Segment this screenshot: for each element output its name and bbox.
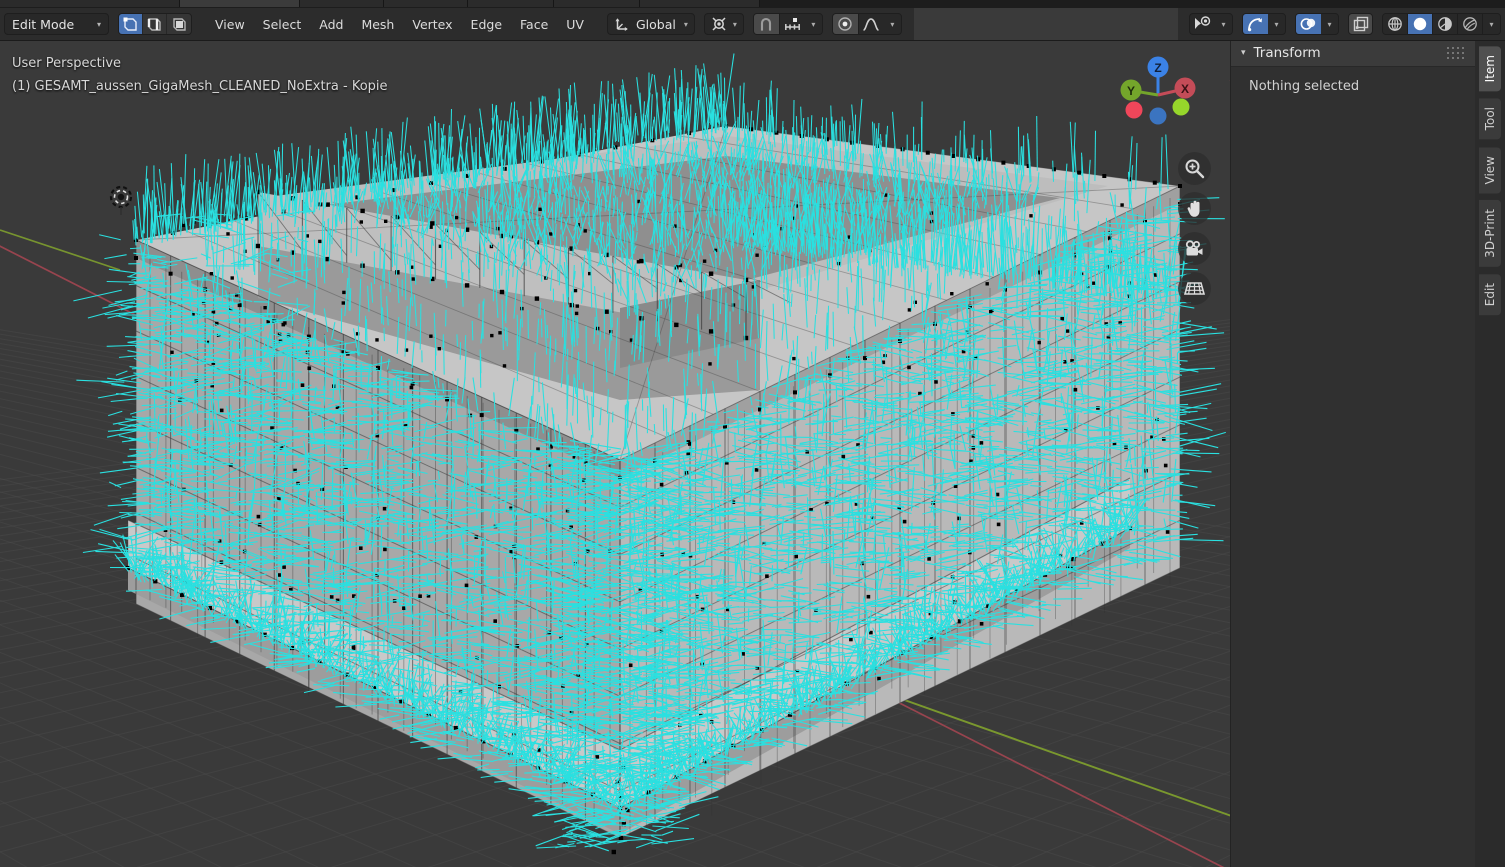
camera-view-button[interactable] bbox=[1178, 232, 1211, 265]
snap-increment-icon bbox=[784, 18, 800, 30]
header-menu-bar[interactable]: View Select Add Mesh Vertex Edge Face UV bbox=[206, 13, 593, 35]
proportional-edit-icon bbox=[838, 17, 853, 31]
transform-panel-header[interactable]: ▾ Transform bbox=[1231, 40, 1475, 67]
mode-selector[interactable]: Edit Mode ▾ bbox=[4, 13, 109, 35]
shading-material-preview-button[interactable] bbox=[1433, 14, 1458, 34]
workspace-tab[interactable] bbox=[384, 0, 468, 7]
zoom-view-button[interactable] bbox=[1178, 152, 1211, 185]
drag-grip-icon[interactable] bbox=[1447, 46, 1465, 60]
nothing-selected-text: Nothing selected bbox=[1249, 79, 1360, 94]
pivot-point-dropdown[interactable]: ▾ bbox=[703, 13, 744, 35]
proportional-editing-controls[interactable]: ▾ bbox=[831, 13, 902, 35]
workspace-tab-active[interactable] bbox=[180, 0, 300, 7]
object-visibility-controls[interactable]: ▾ bbox=[1189, 13, 1233, 35]
show-overlays-controls[interactable]: ▾ bbox=[1295, 13, 1339, 35]
workspace-tab-strip[interactable] bbox=[0, 0, 1505, 8]
gizmo-neg-y-ball bbox=[1172, 98, 1190, 116]
smooth-falloff-curve-icon bbox=[863, 18, 880, 31]
viewport-shading-group[interactable]: ▾ bbox=[1382, 13, 1501, 35]
transform-panel-body: Nothing selected bbox=[1231, 67, 1475, 94]
viewport-header: Edit Mode ▾ View Select Add Mesh Vertex … bbox=[0, 8, 1505, 41]
pivot-median-point-icon bbox=[712, 17, 726, 31]
menu-uv[interactable]: UV bbox=[557, 13, 593, 35]
snap-magnet-icon bbox=[761, 17, 772, 31]
wireframe-globe-icon bbox=[1388, 17, 1402, 31]
menu-mesh[interactable]: Mesh bbox=[352, 13, 403, 35]
chevron-down-icon: ▾ bbox=[683, 19, 688, 29]
material-preview-icon bbox=[1438, 17, 1452, 31]
chevron-down-icon[interactable]: ▾ bbox=[1321, 14, 1338, 34]
shading-rendered-button[interactable] bbox=[1458, 14, 1483, 34]
sidebar-tab-item[interactable]: Item bbox=[1479, 46, 1501, 92]
toggle-orthographic-button[interactable] bbox=[1178, 272, 1211, 305]
gizmo-neg-z-ball bbox=[1149, 107, 1167, 125]
menu-vertex[interactable]: Vertex bbox=[403, 13, 461, 35]
chevron-down-icon: ▾ bbox=[732, 19, 737, 29]
shading-solid-button[interactable] bbox=[1408, 14, 1433, 34]
orientation-axes-icon bbox=[615, 18, 628, 31]
show-gizmo-toggle[interactable] bbox=[1243, 14, 1268, 34]
3d-cursor-icon bbox=[109, 185, 133, 215]
workspace-tab[interactable] bbox=[0, 0, 180, 7]
toggle-xray-button[interactable] bbox=[1348, 13, 1373, 35]
chevron-down-icon[interactable]: ▾ bbox=[804, 14, 822, 34]
mode-label: Edit Mode bbox=[12, 16, 75, 32]
collapse-triangle-icon[interactable]: ▾ bbox=[1241, 48, 1246, 58]
sidebar-tab-view[interactable]: View bbox=[1479, 146, 1501, 194]
object-visibility-icon bbox=[1195, 16, 1211, 29]
menu-edge[interactable]: Edge bbox=[462, 13, 511, 35]
proportional-falloff-button[interactable] bbox=[859, 14, 884, 34]
snap-controls[interactable]: ▾ bbox=[752, 13, 823, 35]
object-visibility-button[interactable] bbox=[1190, 14, 1215, 34]
chevron-down-icon[interactable]: ▾ bbox=[1483, 14, 1500, 34]
sidebar-tab-edit[interactable]: Edit bbox=[1479, 273, 1501, 316]
sidebar-panel: ▾ Transform Nothing selected bbox=[1230, 40, 1475, 867]
show-overlays-toggle[interactable] bbox=[1296, 14, 1321, 34]
chevron-down-icon[interactable]: ▾ bbox=[883, 14, 901, 34]
show-overlays-icon bbox=[1300, 18, 1316, 30]
face-select-mode-button[interactable] bbox=[167, 14, 191, 34]
show-gizmo-controls[interactable]: ▾ bbox=[1242, 13, 1286, 35]
sidebar-tab-strip[interactable]: Item Tool View 3D-Print Edit bbox=[1475, 40, 1505, 867]
edge-select-mode-button[interactable] bbox=[143, 14, 167, 34]
sidebar-tab-tool[interactable]: Tool bbox=[1479, 98, 1501, 140]
toggle-xray-icon bbox=[1353, 16, 1368, 32]
menu-add[interactable]: Add bbox=[310, 13, 352, 35]
workspace-tab[interactable] bbox=[468, 0, 554, 7]
menu-view[interactable]: View bbox=[206, 13, 254, 35]
navigation-gizmo[interactable]: Z Y X bbox=[1108, 45, 1208, 145]
snap-magnet-toggle[interactable] bbox=[753, 14, 779, 34]
transform-orientation-label: Global bbox=[635, 16, 676, 32]
show-gizmo-icon bbox=[1248, 18, 1262, 32]
transform-orientation-dropdown[interactable]: Global ▾ bbox=[606, 13, 695, 35]
chevron-down-icon: ▾ bbox=[96, 19, 101, 29]
snap-target-button[interactable] bbox=[780, 14, 805, 34]
panel-title: Transform bbox=[1253, 45, 1321, 61]
workspace-tab[interactable] bbox=[554, 0, 640, 7]
chevron-down-icon[interactable]: ▾ bbox=[1268, 14, 1285, 34]
shading-wireframe-button[interactable] bbox=[1383, 14, 1408, 34]
proportional-edit-toggle[interactable] bbox=[832, 14, 858, 34]
chevron-down-icon[interactable]: ▾ bbox=[1215, 14, 1232, 34]
solid-sphere-icon bbox=[1413, 17, 1427, 31]
mesh-select-mode-group[interactable] bbox=[118, 13, 192, 35]
workspace-tab[interactable] bbox=[640, 0, 760, 7]
pan-view-button[interactable] bbox=[1178, 192, 1211, 225]
rendered-sphere-icon bbox=[1463, 17, 1477, 31]
menu-select[interactable]: Select bbox=[254, 13, 311, 35]
blender-window: User Perspective (1) GESAMT_aussen_GigaM… bbox=[0, 0, 1505, 867]
sidebar-tab-3d-print[interactable]: 3D-Print bbox=[1479, 200, 1501, 267]
menu-face[interactable]: Face bbox=[511, 13, 557, 35]
workspace-tab[interactable] bbox=[300, 0, 384, 7]
viewport-nav-buttons[interactable] bbox=[1178, 152, 1211, 305]
gizmo-neg-x-ball bbox=[1125, 101, 1143, 119]
vertex-select-mode-button[interactable] bbox=[119, 14, 143, 34]
